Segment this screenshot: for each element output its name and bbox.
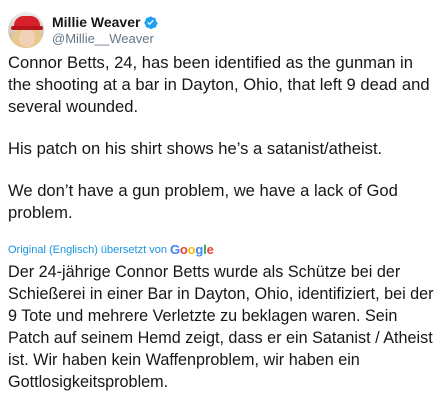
tweet-paragraph: His patch on his shirt shows he’s a sata… (8, 139, 383, 158)
google-logo: Google (170, 243, 214, 257)
google-letter: e (206, 242, 214, 257)
tweet-header: Millie Weaver @Millie__Weaver (8, 8, 159, 52)
google-letter: o (179, 242, 188, 257)
translation-attribution[interactable]: Original (Englisch) übersetzt von Google (8, 243, 214, 257)
avatar-hat-brim (11, 26, 43, 30)
display-name-row: Millie Weaver (52, 14, 159, 31)
tweet-paragraph: Connor Betts, 24, has been identified as… (8, 53, 430, 116)
translated-text: Der 24-jährige Connor Betts wurde als Sc… (8, 263, 434, 391)
tweet-paragraph: We don’t have a gun problem, we have a l… (8, 181, 398, 222)
avatar-face (19, 29, 35, 47)
translation-label: Original (Englisch) übersetzt von (8, 244, 167, 256)
tweet-text: Connor Betts, 24, has been identified as… (8, 52, 433, 224)
google-letter: G (169, 242, 180, 257)
display-name[interactable]: Millie Weaver (52, 14, 140, 31)
avatar[interactable] (8, 12, 44, 48)
user-handle[interactable]: @Millie__Weaver (52, 31, 158, 47)
verified-badge-icon (143, 15, 159, 30)
google-letter: g (195, 242, 204, 257)
author-names: Millie Weaver @Millie__Weaver (52, 14, 159, 47)
